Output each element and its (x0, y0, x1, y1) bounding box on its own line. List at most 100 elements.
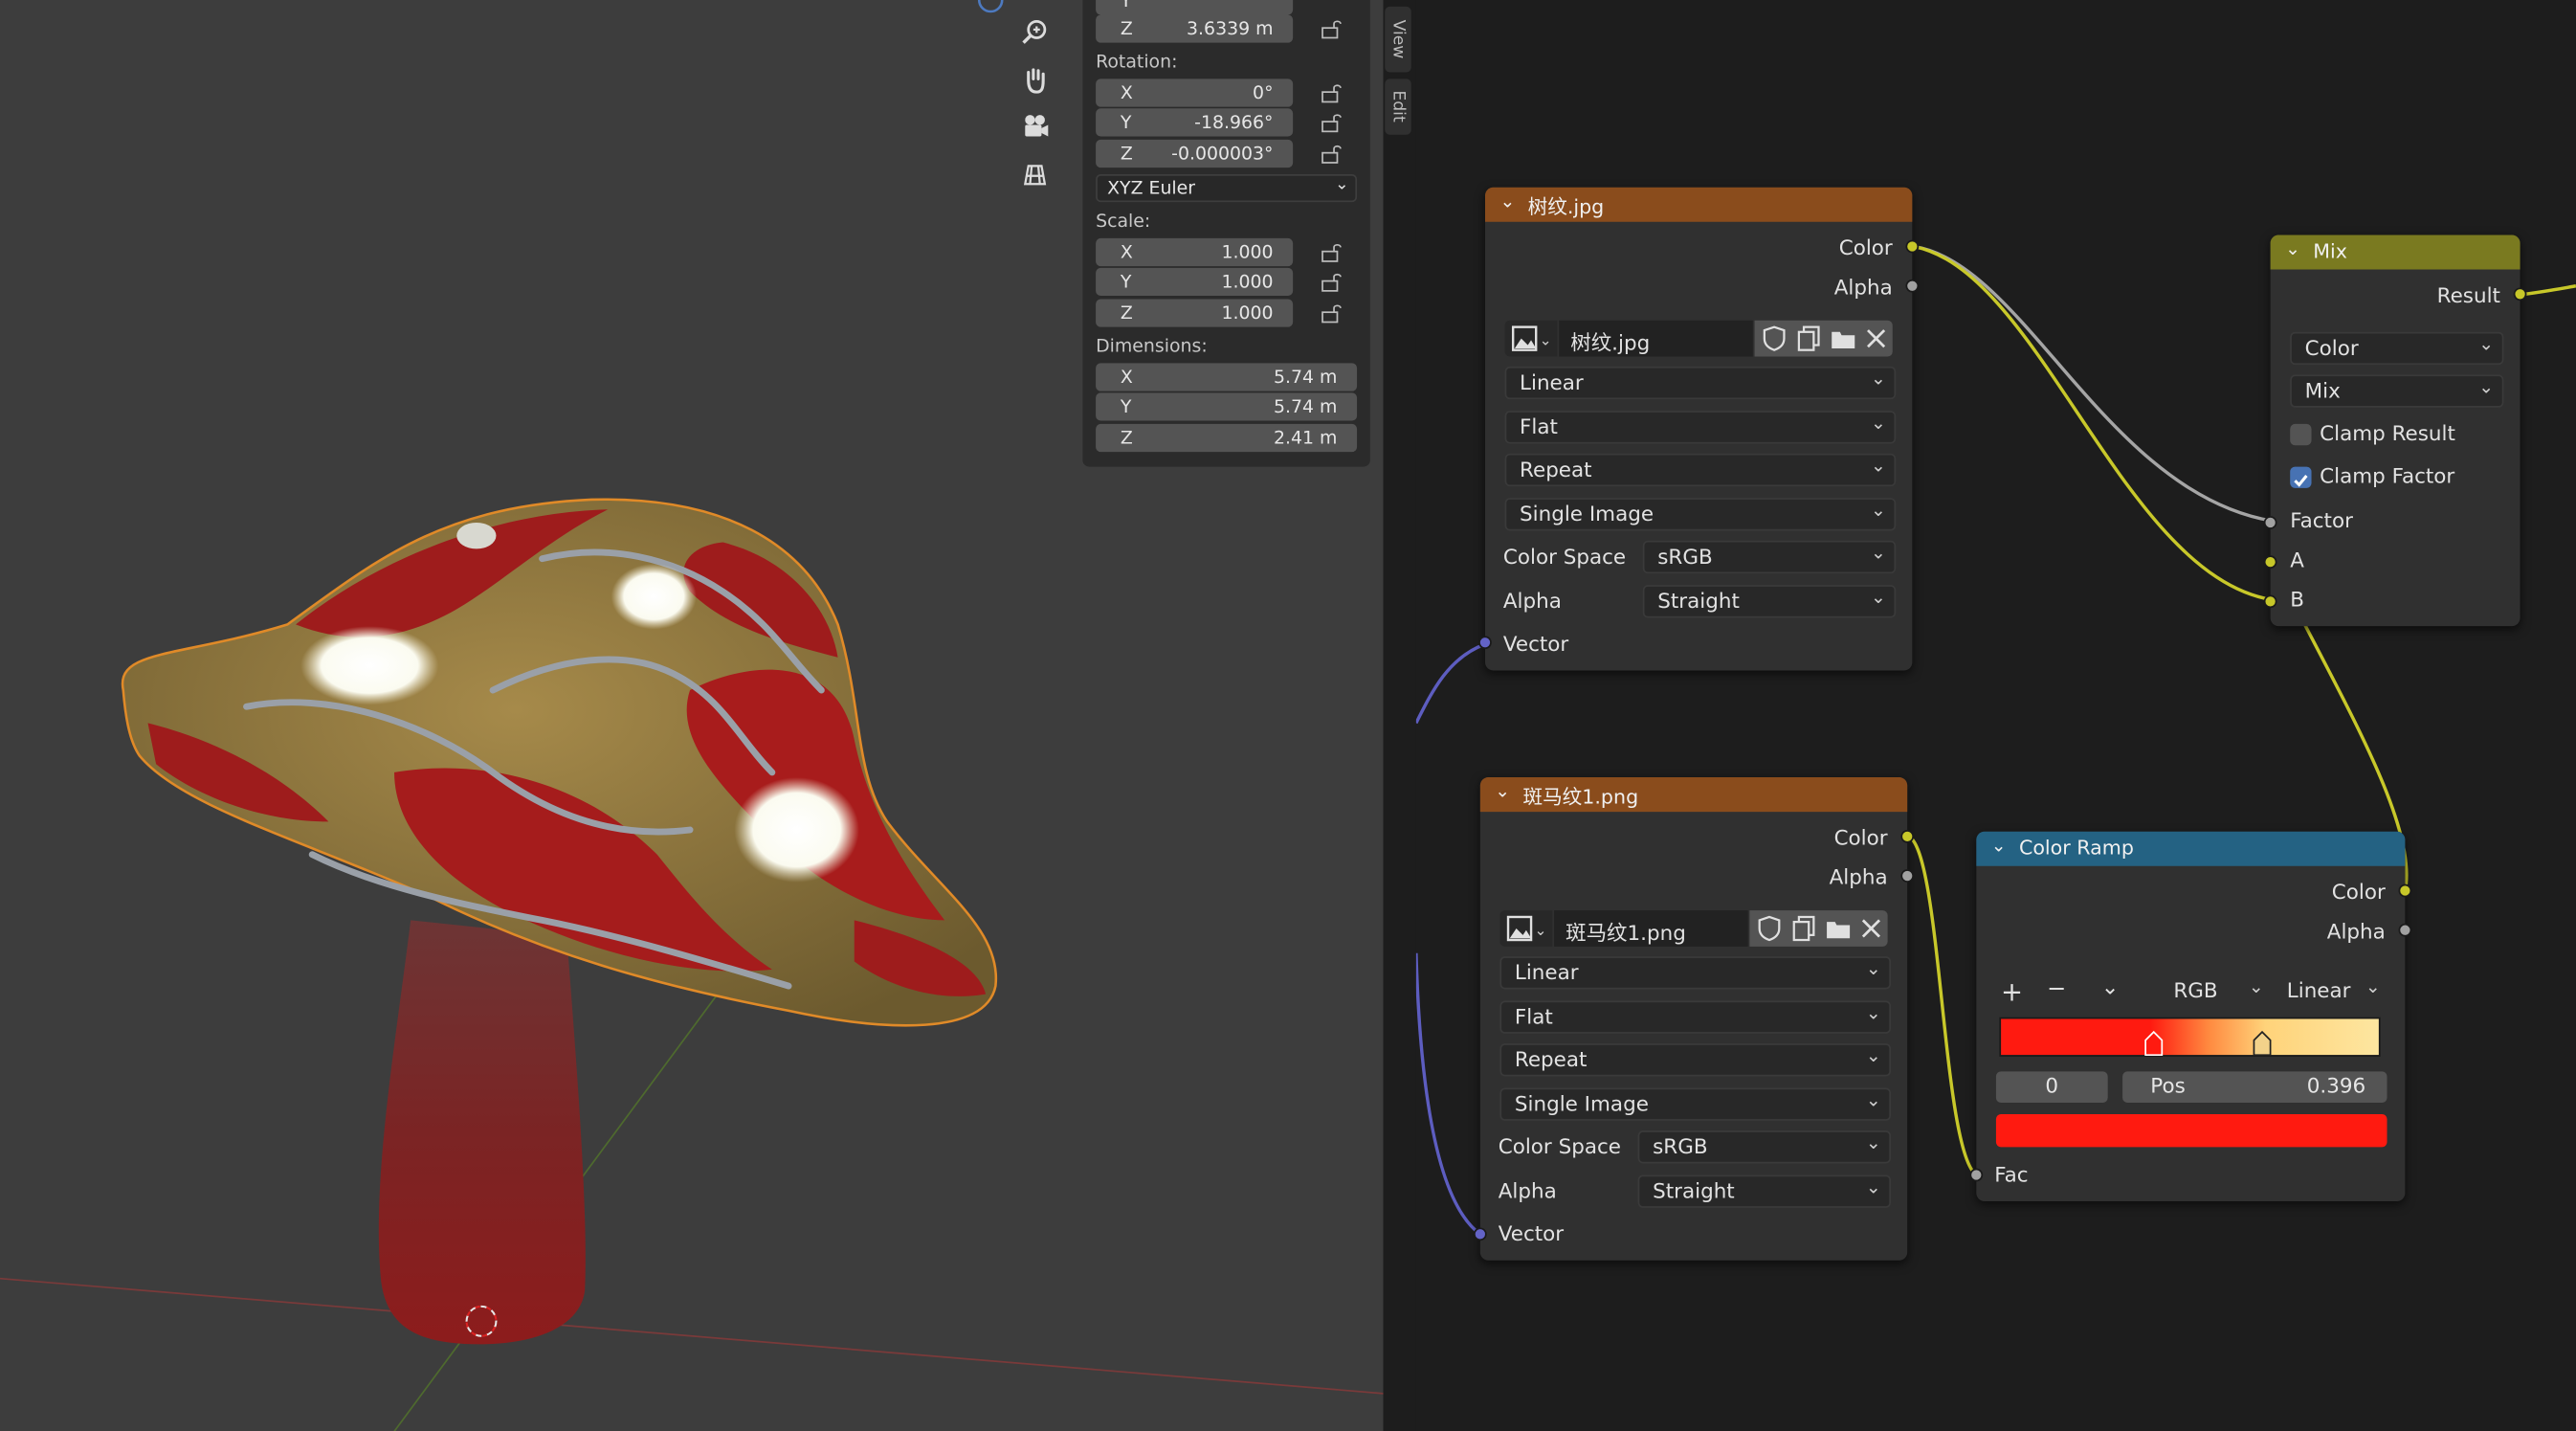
source-dropdown[interactable]: Single Image ⌄ (1499, 1087, 1892, 1121)
image-texture-node-2[interactable]: ⌄ 斑马纹1.png Color Alpha ⌄ 斑马纹1.png Linear… (1473, 777, 1915, 1261)
add-stop-button[interactable]: + (2001, 976, 2023, 1008)
lock-icon[interactable] (1321, 20, 1344, 40)
image-browse-button[interactable]: ⌄ (1504, 320, 1558, 357)
node-editor[interactable]: ⌄ 树纹.jpg Color Alpha ⌄ 树纹.jpg Linear ⌄ F… (1415, 0, 2576, 1431)
image-browse-button[interactable]: ⌄ (1499, 910, 1553, 947)
input-fac-socket[interactable] (1969, 1168, 1984, 1182)
mushroom-stem[interactable] (378, 920, 586, 1345)
hand-pan-icon[interactable] (1013, 59, 1056, 102)
source-dropdown[interactable]: Single Image ⌄ (1504, 498, 1897, 531)
input-factor-socket[interactable] (2263, 516, 2277, 529)
lock-icon[interactable] (1321, 145, 1344, 165)
interpolation-dropdown[interactable]: Linear ⌄ (1499, 956, 1892, 990)
chevron-down-icon[interactable]: ⌄ (2285, 238, 2300, 259)
chevron-down-icon[interactable]: ⌄ (2101, 976, 2120, 1001)
input-vector-socket[interactable] (1473, 1227, 1487, 1241)
input-vector-socket[interactable] (1478, 636, 1492, 650)
close-icon[interactable] (1858, 915, 1884, 941)
lock-icon[interactable] (1321, 304, 1344, 324)
lock-icon[interactable] (1321, 243, 1344, 263)
tab-view[interactable]: View (1385, 6, 1411, 73)
folder-icon[interactable] (1831, 325, 1856, 351)
remove-stop-button[interactable]: − (2047, 976, 2066, 1002)
lock-icon[interactable] (1321, 84, 1344, 104)
input-b-socket[interactable] (2263, 594, 2277, 609)
ramp-interpolation-dropdown[interactable]: Linear ⌄ (2274, 976, 2388, 1009)
rotation-y-field[interactable]: Y -18.966° (1096, 108, 1294, 137)
color-ramp-bar[interactable] (1999, 1017, 2381, 1057)
scale-y-field[interactable]: Y 1.000 (1096, 267, 1294, 297)
input-factor-label: Factor (2290, 507, 2353, 533)
node-header[interactable]: ⌄ 树纹.jpg (1484, 187, 1913, 222)
output-result-socket[interactable] (2513, 287, 2527, 302)
clamp-factor-checkbox[interactable] (2290, 466, 2312, 488)
output-alpha-socket[interactable] (2398, 923, 2412, 937)
location-y-field[interactable]: Y (1096, 0, 1294, 15)
color-mode-dropdown[interactable]: RGB ⌄ (2161, 976, 2273, 1009)
mix-node[interactable]: ⌄ Mix Result Color ⌄ Mix ⌄ Clamp Result Cl… (2263, 235, 2527, 627)
tab-edit[interactable]: Edit (1385, 78, 1411, 135)
chevron-down-icon: ⌄ (1871, 499, 1886, 522)
node-header[interactable]: ⌄ 斑马纹1.png (1479, 777, 1908, 813)
shield-icon[interactable] (1756, 915, 1782, 942)
image-name-field[interactable]: 斑马纹1.png (1554, 910, 1748, 947)
close-icon[interactable] (1863, 325, 1889, 351)
rotation-mode-dropdown[interactable]: XYZ Euler ⌄ (1096, 173, 1358, 203)
stop-color-swatch[interactable] (1995, 1113, 2387, 1148)
blend-mode-dropdown[interactable]: Mix ⌄ (2290, 374, 2504, 408)
camera-icon[interactable] (1013, 105, 1056, 148)
chevron-down-icon[interactable]: ⌄ (1991, 835, 2007, 856)
3d-viewport[interactable]: Y Z 3.6339 m Rotation: X 0° Y -18.966° Z -0… (0, 0, 1384, 1431)
image-texture-node-1[interactable]: ⌄ 树纹.jpg Color Alpha ⌄ 树纹.jpg Linear ⌄ F… (1478, 187, 1920, 671)
alpha-mode-dropdown[interactable]: Straight ⌄ (1637, 1174, 1892, 1208)
output-color-socket[interactable] (1900, 829, 1915, 843)
alpha-mode-dropdown[interactable]: Straight ⌄ (1642, 585, 1897, 618)
lock-icon[interactable] (1321, 113, 1344, 133)
color-space-dropdown[interactable]: sRGB ⌄ (1642, 540, 1897, 574)
output-alpha-socket[interactable] (1900, 869, 1915, 883)
extension-dropdown[interactable]: Repeat ⌄ (1504, 453, 1897, 487)
extension-dropdown[interactable]: Repeat ⌄ (1499, 1043, 1892, 1077)
projection-dropdown[interactable]: Flat ⌄ (1504, 411, 1897, 444)
stop-position-field[interactable]: Pos 0.396 (2122, 1071, 2387, 1103)
active-stop-index[interactable]: 0 (1995, 1071, 2108, 1103)
lock-icon[interactable] (1321, 273, 1344, 293)
shield-icon[interactable] (1761, 325, 1787, 351)
chevron-down-icon[interactable]: ⌄ (1495, 780, 1510, 801)
color-to-factor-link (1913, 244, 2273, 523)
location-z-field[interactable]: Z 3.6339 m (1096, 14, 1294, 43)
duplicate-icon[interactable] (1795, 325, 1821, 351)
duplicate-icon[interactable] (1790, 915, 1816, 942)
node-header[interactable]: ⌄ Mix (2270, 235, 2520, 270)
ramp-stop-marker[interactable] (2253, 1030, 2273, 1057)
clamp-result-checkbox[interactable] (2290, 423, 2312, 446)
interpolation-dropdown[interactable]: Linear ⌄ (1504, 366, 1897, 400)
grid-icon[interactable] (1013, 153, 1056, 196)
input-a-socket[interactable] (2263, 555, 2277, 570)
output-alpha-socket[interactable] (1905, 279, 1920, 293)
projection-dropdown[interactable]: Flat ⌄ (1499, 1000, 1892, 1034)
chevron-down-icon[interactable]: ⌄ (1499, 190, 1515, 212)
image-name-field[interactable]: 树纹.jpg (1559, 320, 1753, 357)
node-header[interactable]: ⌄ Color Ramp (1976, 831, 2406, 866)
folder-icon[interactable] (1825, 915, 1851, 941)
rotation-z-field[interactable]: Z -0.000003° (1096, 139, 1294, 168)
output-color-label: Color (2331, 879, 2386, 905)
dimension-z-field[interactable]: Z 2.41 m (1096, 423, 1358, 453)
image-selector: ⌄ 树纹.jpg (1504, 320, 1897, 357)
clamp-result-label: Clamp Result (2320, 420, 2455, 446)
color-space-dropdown[interactable]: sRGB ⌄ (1637, 1130, 1892, 1164)
output-color-socket[interactable] (2398, 883, 2412, 898)
output-color-socket[interactable] (1905, 239, 1920, 254)
scale-z-field[interactable]: Z 1.000 (1096, 299, 1294, 327)
ramp-stop-marker[interactable] (2143, 1030, 2164, 1057)
chevron-down-icon: ⌄ (1871, 368, 1886, 390)
zoom-icon[interactable] (1013, 11, 1056, 55)
rotation-x-field[interactable]: X 0° (1096, 78, 1294, 107)
scale-x-field[interactable]: X 1.000 (1096, 237, 1294, 267)
color-ramp-node[interactable]: ⌄ Color Ramp Color Alpha + − ⌄ RGB ⌄ Line… (1969, 831, 2412, 1201)
gizmo-axis-circle[interactable] (977, 0, 1004, 13)
dimension-x-field[interactable]: X 5.74 m (1096, 363, 1358, 391)
dimension-y-field[interactable]: Y 5.74 m (1096, 392, 1358, 421)
data-type-dropdown[interactable]: Color ⌄ (2290, 331, 2504, 366)
